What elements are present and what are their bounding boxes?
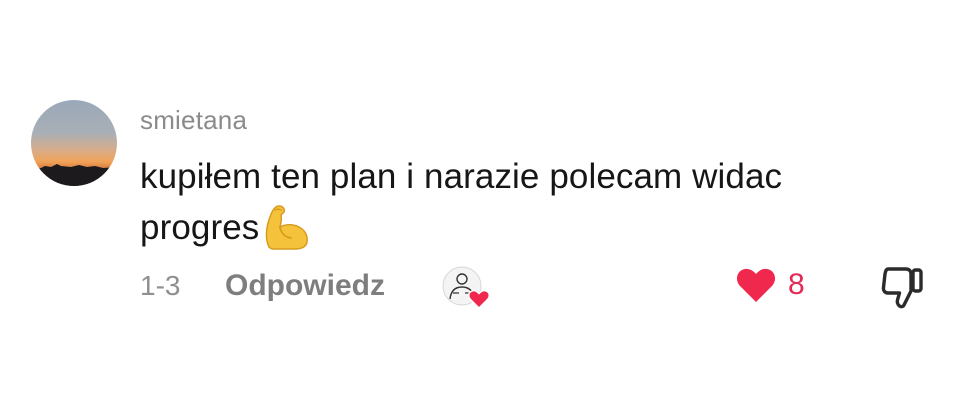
comment-username[interactable]: smietana bbox=[140, 105, 247, 136]
creator-avatar-with-heart-icon bbox=[442, 266, 494, 310]
reply-button[interactable]: Odpowiedz bbox=[225, 269, 385, 303]
thumbs-down-icon[interactable] bbox=[880, 265, 926, 309]
comment-body: kupiłem ten plan i narazie polecam widac… bbox=[140, 157, 783, 247]
comment-text: kupiłem ten plan i narazie polecam widac… bbox=[140, 151, 900, 253]
flexed-biceps-emoji bbox=[261, 203, 313, 251]
like-heart-icon[interactable] bbox=[735, 266, 777, 304]
comment: smietana kupiłem ten plan i narazie pole… bbox=[0, 0, 962, 410]
user-avatar[interactable] bbox=[31, 100, 117, 186]
like-count: 8 bbox=[788, 268, 805, 301]
comment-timestamp: 1-3 bbox=[140, 270, 181, 301]
